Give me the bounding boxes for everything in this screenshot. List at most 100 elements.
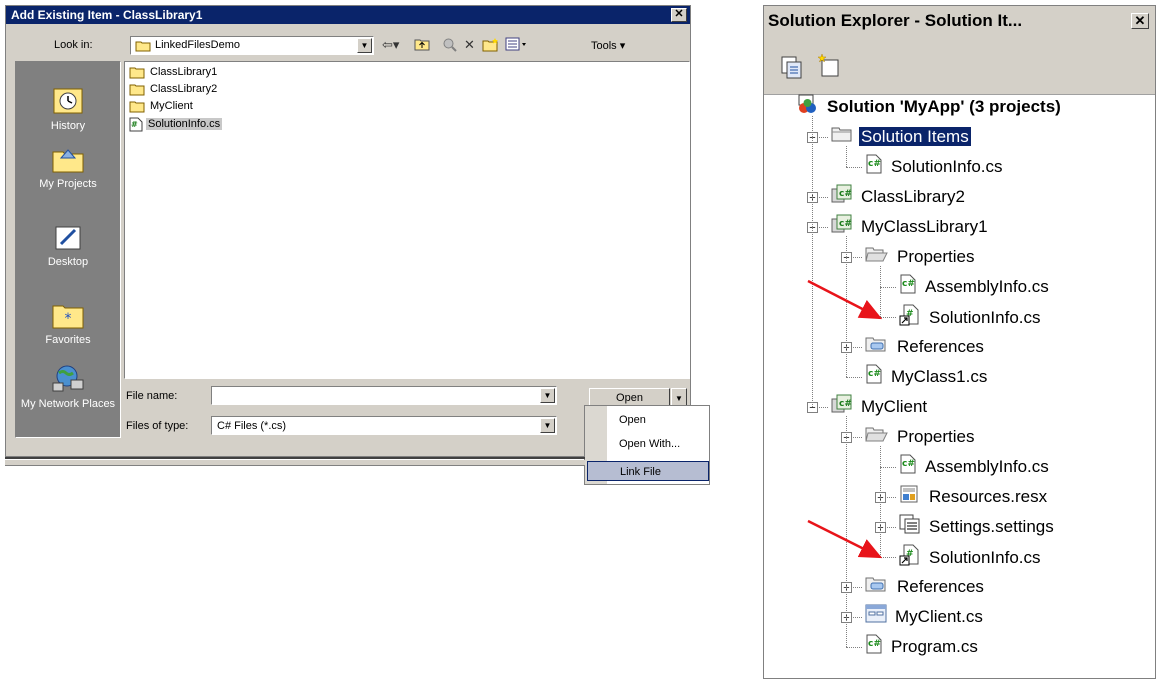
folder-icon: [129, 84, 145, 96]
cs-file-icon: c#: [865, 364, 883, 392]
tree-connector: [880, 266, 881, 287]
file-list[interactable]: ClassLibrary1 ClassLibrary2 MyClient # So…: [124, 61, 690, 379]
tree-connector: [880, 467, 896, 468]
svg-text:*: *: [65, 311, 72, 327]
files-of-type-value: C# Files (*.cs): [217, 420, 287, 432]
place-desktop[interactable]: Desktop: [16, 222, 120, 268]
folder-icon: [129, 67, 145, 79]
menu-item-open[interactable]: Open: [607, 410, 709, 430]
show-all-files-icon[interactable]: [816, 52, 842, 78]
tree-node[interactable]: c# MyClass1.cs: [865, 364, 989, 390]
tree-node[interactable]: # SolutionInfo.cs: [899, 304, 1043, 330]
add-existing-item-dialog: Add Existing Item - ClassLibrary1 ✕ Look…: [5, 5, 691, 457]
tree-node-label: SolutionInfo.cs: [929, 548, 1041, 568]
tree-connector: [880, 287, 896, 288]
solution-explorer-title: Solution Explorer - Solution It...: [768, 11, 1023, 30]
tree-connector: [880, 527, 881, 557]
search-web-icon[interactable]: [442, 37, 458, 56]
list-item[interactable]: MyClient: [129, 98, 195, 114]
chevron-down-icon[interactable]: ▼: [540, 388, 555, 403]
form-icon: [865, 604, 887, 632]
tree-node[interactable]: References: [865, 334, 986, 360]
folder-icon: [135, 41, 151, 52]
list-item[interactable]: ClassLibrary2: [129, 81, 219, 97]
settings-icon: [899, 514, 921, 542]
solution-explorer-close-button[interactable]: ✕: [1131, 13, 1149, 29]
tree-node-label: Resources.resx: [929, 487, 1048, 507]
menu-item-link-file[interactable]: Link File: [587, 461, 709, 481]
place-my-projects[interactable]: My Projects: [16, 144, 120, 190]
tree-node-label: MyClass1.cs: [891, 367, 988, 387]
properties-icon[interactable]: [780, 55, 804, 79]
list-item[interactable]: # SolutionInfo.cs: [129, 116, 223, 132]
tree-node[interactable]: Properties: [865, 244, 976, 270]
tree-node[interactable]: c# Program.cs: [865, 634, 980, 660]
up-folder-icon[interactable]: [414, 37, 430, 54]
delete-icon[interactable]: ✕: [464, 37, 475, 53]
look-in-value: LinkedFilesDemo: [155, 39, 240, 51]
list-item[interactable]: ClassLibrary1: [129, 64, 219, 80]
chevron-down-icon[interactable]: ▼: [357, 38, 372, 53]
resx-icon: [899, 484, 921, 512]
tools-menu-button[interactable]: Tools ▾: [591, 39, 625, 52]
tree-node[interactable]: c# AssemblyInfo.cs: [899, 454, 1051, 480]
tree-node[interactable]: c# MyClassLibrary1: [831, 214, 990, 240]
tree-node-label: ClassLibrary2: [861, 187, 965, 207]
dialog-close-button[interactable]: ✕: [671, 8, 687, 22]
history-icon: [53, 88, 83, 114]
tree-node[interactable]: c# SolutionInfo.cs: [865, 154, 1005, 180]
menu-item-open-with[interactable]: Open With...: [607, 434, 709, 454]
tree-node[interactable]: c# AssemblyInfo.cs: [899, 274, 1051, 300]
window-edge: [5, 457, 585, 459]
file-name: ClassLibrary2: [150, 83, 218, 95]
solution-explorer-panel: Solution Explorer - Solution It... ✕ Sol…: [763, 5, 1156, 679]
tree-node[interactable]: References: [865, 574, 986, 600]
tree-node[interactable]: Settings.settings: [899, 514, 1056, 540]
tree-node-label: Program.cs: [891, 637, 978, 657]
place-history[interactable]: History: [16, 86, 120, 132]
cs-file-icon: c#: [899, 274, 917, 302]
tree-connector: [846, 377, 862, 378]
tree-node[interactable]: Solution Items: [831, 124, 971, 150]
place-label: My Projects: [39, 178, 97, 190]
cs-file-icon: #: [129, 117, 143, 132]
views-icon[interactable]: [505, 37, 527, 54]
tree-node-label: AssemblyInfo.cs: [925, 277, 1049, 297]
tree-node[interactable]: # SolutionInfo.cs: [899, 544, 1043, 570]
tree-node-label: Properties: [897, 427, 975, 446]
tree-connector: [880, 317, 896, 318]
tree-node[interactable]: Properties: [865, 424, 976, 450]
tree-connector: [880, 446, 881, 467]
references-icon: [865, 575, 889, 601]
look-in-combo[interactable]: LinkedFilesDemo ▼: [130, 36, 374, 55]
place-favorites[interactable]: * Favorites: [16, 300, 120, 346]
svg-text:#: #: [131, 120, 138, 129]
place-label: Desktop: [47, 256, 89, 268]
network-places-icon: [52, 365, 84, 392]
place-label: History: [50, 120, 86, 132]
cs-file-icon: c#: [865, 154, 883, 182]
tree-node-label: Solution 'MyApp' (3 projects): [827, 97, 1061, 117]
window-edge: [5, 460, 585, 466]
tree-node[interactable]: Resources.resx: [899, 484, 1049, 510]
desktop-icon: [55, 226, 81, 250]
back-icon[interactable]: ⇦▾: [382, 37, 399, 53]
new-folder-icon[interactable]: [482, 37, 500, 55]
place-my-network-places[interactable]: My Network Places: [16, 364, 120, 410]
chevron-down-icon[interactable]: ▼: [540, 418, 555, 433]
place-label: Favorites: [45, 334, 91, 346]
tree-node-label: Properties: [897, 247, 975, 266]
cs-link-icon: #: [899, 304, 921, 334]
file-name-input[interactable]: ▼: [211, 386, 557, 405]
tree-node-label: References: [897, 577, 984, 596]
tree-node[interactable]: c# ClassLibrary2: [831, 184, 967, 210]
solution-explorer-toolbar: [764, 36, 1155, 95]
file-name: SolutionInfo.cs: [146, 118, 223, 130]
references-icon: [865, 335, 889, 361]
tree-node[interactable]: MyClient.cs: [865, 604, 985, 630]
tree-node-label: Solution Items: [859, 127, 971, 146]
files-of-type-combo[interactable]: C# Files (*.cs) ▼: [211, 416, 557, 435]
tree-node[interactable]: Solution 'MyApp' (3 projects): [797, 94, 1063, 120]
tree-connector: [812, 197, 813, 227]
tree-connector: [846, 236, 847, 257]
